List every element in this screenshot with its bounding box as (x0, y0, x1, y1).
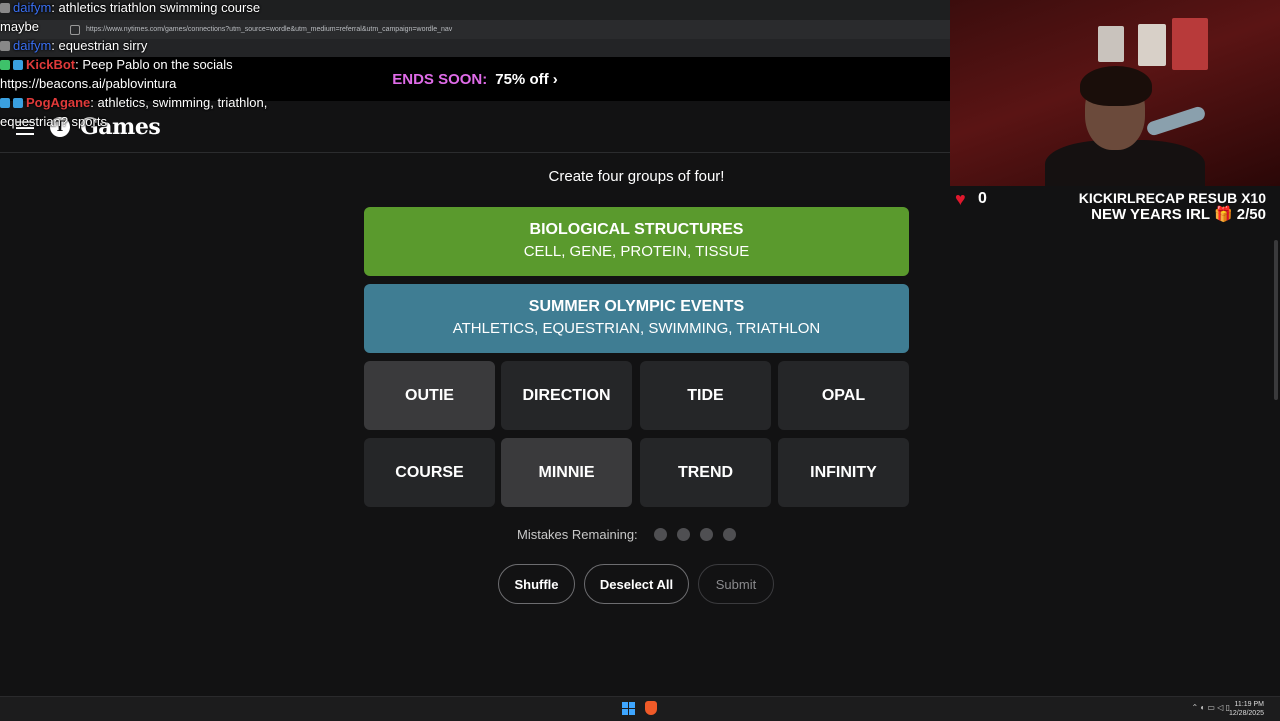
mistake-dot (676, 528, 690, 541)
address-bar[interactable]: https://www.nytimes.com/games/connection… (0, 20, 950, 39)
sub-goal: NEW YEARS IRL 🎁 2/50 (1091, 206, 1266, 223)
system-tray-icons[interactable]: ⌃ ◐ ▭ ◁ ▯ (1191, 703, 1230, 712)
mistake-dots (644, 528, 736, 541)
solved-group-words: ATHLETICS, EQUESTRIAN, SWIMMING, TRIATHL… (452, 320, 821, 337)
heart-icon: ♥ (955, 189, 966, 209)
shuffle-button[interactable]: Shuffle (498, 564, 575, 604)
resub-alert: KICKIRLRECAP RESUB X10 (1078, 190, 1266, 206)
taskbar-clock[interactable]: 11:19 PM 12/28/2025 (1229, 700, 1264, 718)
page-scrollbar[interactable] (1272, 226, 1280, 680)
word-tile[interactable]: TREND (640, 438, 771, 507)
deselect-all-button[interactable]: Deselect All (584, 564, 689, 604)
chat-message: KickBot: Peep Pablo on the socials (0, 57, 233, 72)
microphone (1145, 105, 1207, 137)
taskbar: ⌃ ◐ ▭ ◁ ▯ 11:19 PM 12/28/2025 (0, 696, 1280, 721)
sword-icon (13, 98, 23, 108)
chat-badge-icon (0, 3, 10, 13)
submit-button[interactable]: Submit (698, 564, 774, 604)
chat-message: equestrian? sports (0, 114, 107, 129)
promo-offer[interactable]: 75% off › (495, 71, 558, 88)
word-tile[interactable]: COURSE (364, 438, 495, 507)
game-subtitle: Create four groups of four! (548, 168, 725, 185)
word-tile[interactable]: OPAL (778, 361, 909, 430)
mistakes-label: Mistakes Remaining: (517, 527, 638, 542)
webcam-feed (950, 0, 1280, 186)
mistake-dot (722, 528, 736, 541)
chat-message: https://beacons.ai/pablovintura (0, 76, 177, 91)
scrollbar-thumb[interactable] (1274, 240, 1278, 400)
chat-message: daifym: athletics triathlon swimming cou… (0, 0, 260, 15)
wall-frame (1138, 24, 1166, 66)
windows-start-icon[interactable] (622, 702, 635, 715)
solved-group: SUMMER OLYMPIC EVENTS ATHLETICS, EQUESTR… (364, 284, 909, 353)
solved-group-words: CELL, GENE, PROTEIN, TISSUE (523, 243, 750, 260)
wall-frame (1098, 26, 1124, 62)
heart-count: 0 (978, 190, 987, 207)
mistake-dot (699, 528, 713, 541)
sword-icon (13, 60, 23, 70)
word-tile[interactable]: OUTIE (364, 361, 495, 430)
solved-group: BIOLOGICAL STRUCTURES CELL, GENE, PROTEI… (364, 207, 909, 276)
chat-badge-icon (0, 41, 10, 51)
chat-message: PogAgane: athletics, swimming, triathlon… (0, 95, 267, 110)
word-tile[interactable]: DIRECTION (501, 361, 632, 430)
chat-badge-icon (0, 60, 10, 70)
word-tile[interactable]: TIDE (640, 361, 771, 430)
chat-message: maybe (0, 19, 40, 34)
site-info-icon[interactable] (70, 25, 80, 35)
streamer-hair (1080, 66, 1152, 106)
promo-ends-label: ENDS SOON: (392, 70, 488, 88)
word-tile[interactable]: MINNIE (501, 438, 632, 507)
chat-message: daifym: equestrian sirry (0, 38, 147, 53)
wall-frame (1172, 18, 1208, 70)
word-tile[interactable]: INFINITY (778, 438, 909, 507)
brave-browser-icon[interactable] (645, 701, 657, 715)
address-url[interactable]: https://www.nytimes.com/games/connection… (86, 26, 452, 33)
solved-group-category: BIOLOGICAL STRUCTURES (529, 221, 744, 238)
mistake-dot (653, 528, 667, 541)
chat-badge-icon (0, 98, 10, 108)
solved-group-category: SUMMER OLYMPIC EVENTS (528, 298, 745, 315)
mistakes-indicator: Mistakes Remaining: (517, 527, 736, 542)
